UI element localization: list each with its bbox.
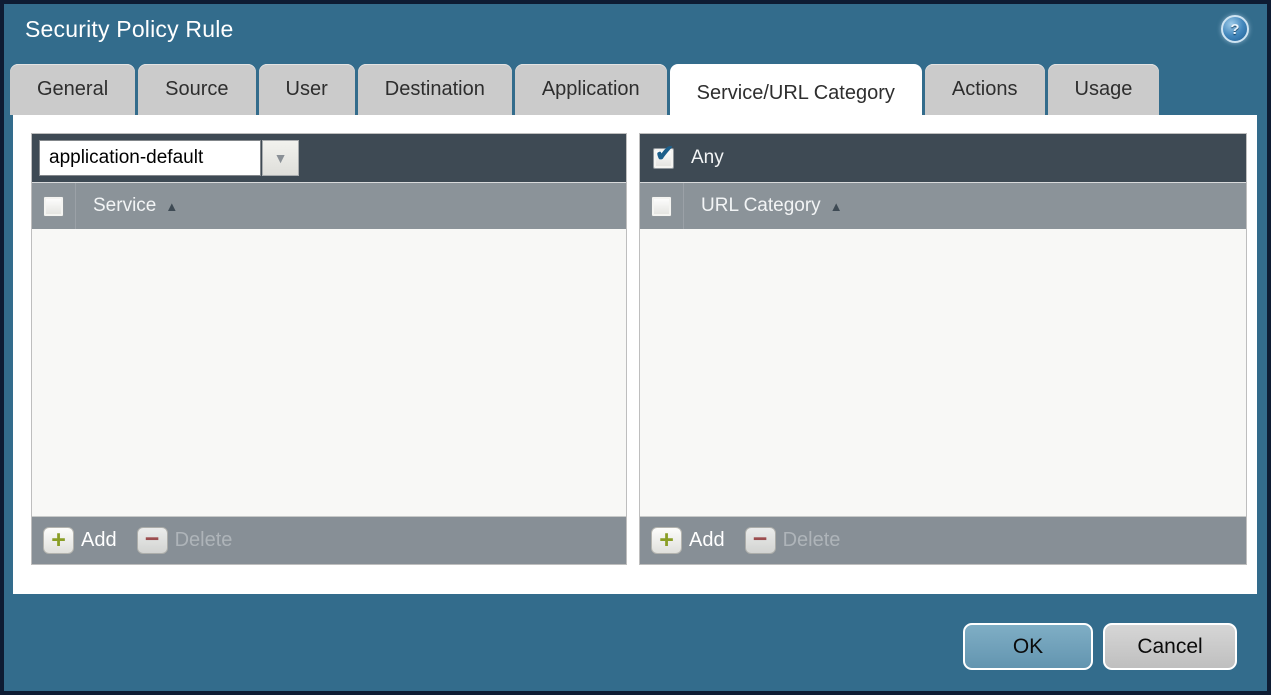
service-select-all-cell [32,183,76,229]
dialog-title: Security Policy Rule [25,16,234,42]
url-category-list[interactable] [640,229,1246,516]
tab-source[interactable]: Source [138,64,256,115]
service-type-dropdown-button[interactable]: ▼ [262,140,299,176]
service-panel-footer: + Add − Delete [32,516,626,564]
service-delete-button[interactable]: − Delete [136,526,232,554]
service-panel: ▼ Service ▲ + Add [31,133,627,565]
url-category-delete-button[interactable]: − Delete [744,526,840,554]
service-column-title[interactable]: Service [93,195,156,217]
service-select-all-checkbox[interactable] [43,195,64,217]
any-checkbox[interactable]: ✔ [653,141,674,169]
service-panel-header: ▼ [32,134,626,182]
tab-general[interactable]: General [10,64,136,115]
url-category-select-all-cell [640,183,684,229]
sort-asc-icon[interactable]: ▲ [830,199,843,214]
service-type-dropdown: ▼ [39,140,299,176]
add-icon: + [43,527,74,554]
service-type-input[interactable] [39,140,261,176]
tab-destination[interactable]: Destination [357,64,512,115]
check-icon: ✔ [655,139,675,166]
url-category-panel-footer: + Add − Delete [640,516,1246,564]
add-icon: + [651,527,682,554]
tab-actions[interactable]: Actions [924,64,1045,115]
service-column-header: Service ▲ [32,182,626,229]
sort-asc-icon[interactable]: ▲ [165,199,178,214]
service-list[interactable] [32,229,626,516]
delete-icon: − [744,526,776,554]
chevron-down-icon: ▼ [273,150,288,166]
tab-bar: General Source User Destination Applicat… [10,64,1160,122]
delete-icon: − [136,526,168,554]
url-category-column-header: URL Category ▲ [640,182,1246,229]
help-icon[interactable]: ? [1221,15,1249,43]
url-category-add-button[interactable]: + Add [651,527,725,554]
ok-button[interactable]: OK [963,623,1093,670]
url-category-panel: ✔ Any URL Category ▲ + Add − Delete [639,133,1247,565]
tab-user[interactable]: User [258,64,355,115]
url-category-select-all-checkbox[interactable] [651,195,672,217]
any-label: Any [691,147,724,168]
url-category-panel-header: ✔ Any [640,134,1246,182]
service-add-button[interactable]: + Add [43,527,117,554]
url-category-column-title[interactable]: URL Category [701,195,821,217]
security-policy-rule-dialog: Security Policy Rule ? General Source Us… [0,0,1271,695]
cancel-button[interactable]: Cancel [1103,623,1237,670]
tab-application[interactable]: Application [514,64,667,115]
tab-service-url-category[interactable]: Service/URL Category [669,64,922,122]
tab-usage[interactable]: Usage [1047,64,1160,115]
dialog-body: ▼ Service ▲ + Add [13,115,1257,594]
